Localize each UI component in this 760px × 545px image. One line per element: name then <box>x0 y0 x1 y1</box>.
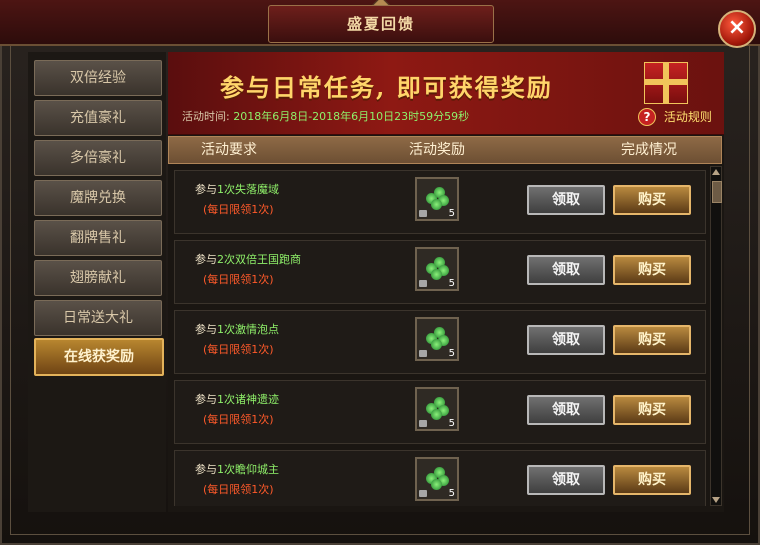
claim-button[interactable]: 领取 <box>527 465 605 495</box>
banner-title: 参与日常任务, 即可获得奖励 <box>220 73 553 102</box>
lock-icon <box>419 350 427 357</box>
task-requirement: 参与1次失落魔域 <box>195 181 279 197</box>
task-limit: (每日限领1次) <box>203 273 274 286</box>
reward-item[interactable]: 5 <box>415 317 459 361</box>
claim-button[interactable]: 领取 <box>527 325 605 355</box>
sidebar: 双倍经验 充值豪礼 多倍豪礼 魔牌兑换 翻牌售礼 翅膀献礼 日常送大礼 在线获奖… <box>28 52 166 512</box>
claim-button[interactable]: 领取 <box>527 395 605 425</box>
task-limit: (每日限领1次) <box>203 343 274 356</box>
reward-quantity: 5 <box>448 348 455 359</box>
clover-icon <box>426 467 449 490</box>
task-prefix: 参与 <box>195 253 217 266</box>
close-icon: × <box>727 15 747 40</box>
clover-icon <box>426 187 449 210</box>
reward-quantity: 5 <box>448 208 455 219</box>
task-prefix: 参与 <box>195 323 217 336</box>
buy-button[interactable]: 购买 <box>613 465 691 495</box>
scroll-up-icon[interactable] <box>712 169 720 175</box>
scroll-down-icon[interactable] <box>712 497 720 503</box>
task-name: 2次双倍王国跑商 <box>217 253 301 266</box>
event-banner: 参与日常任务, 即可获得奖励 活动时间: 2018年6月8日-2018年6月10… <box>168 52 724 135</box>
event-time-value: 2018年6月8日-2018年6月10日23时59分59秒 <box>233 110 470 123</box>
lock-icon <box>419 210 427 217</box>
task-requirement: 参与1次激情泡点 <box>195 321 279 337</box>
event-time-label: 活动时间: <box>182 110 230 123</box>
sidebar-item-daily-gift[interactable]: 日常送大礼 <box>34 300 162 336</box>
clover-icon <box>426 397 449 420</box>
reward-quantity: 5 <box>448 278 455 289</box>
task-name: 1次瞻仰城主 <box>217 463 279 476</box>
sidebar-item-flip-card[interactable]: 翻牌售礼 <box>34 220 162 256</box>
buy-button[interactable]: 购买 <box>613 325 691 355</box>
reward-quantity: 5 <box>448 418 455 429</box>
scrollbar[interactable] <box>710 166 722 506</box>
clover-icon <box>426 257 449 280</box>
reward-item[interactable]: 5 <box>415 177 459 221</box>
header-status: 完成情况 <box>621 142 677 158</box>
gift-box-icon <box>644 62 688 104</box>
claim-button[interactable]: 领取 <box>527 185 605 215</box>
header-requirement: 活动要求 <box>201 142 257 158</box>
table-header: 活动要求 活动奖励 完成情况 <box>168 136 722 164</box>
task-limit: (每日限领1次) <box>203 413 274 426</box>
lock-icon <box>419 490 427 497</box>
table-row: 参与1次诸神遗迹 (每日限领1次) 5 领取 购买 <box>174 380 706 444</box>
sidebar-item-card-exchange[interactable]: 魔牌兑换 <box>34 180 162 216</box>
task-requirement: 参与2次双倍王国跑商 <box>195 251 301 267</box>
buy-button[interactable]: 购买 <box>613 185 691 215</box>
question-icon: ? <box>638 108 656 126</box>
table-row: 参与1次瞻仰城主 (每日限领1次) 5 领取 购买 <box>174 450 706 506</box>
rules-link[interactable]: ? 活动规则 <box>638 108 712 126</box>
sidebar-item-recharge-gift[interactable]: 充值豪礼 <box>34 100 162 136</box>
lock-icon <box>419 420 427 427</box>
reward-item[interactable]: 5 <box>415 457 459 501</box>
event-time: 活动时间: 2018年6月8日-2018年6月10日23时59分59秒 <box>182 108 469 124</box>
table-row: 参与1次激情泡点 (每日限领1次) 5 领取 购买 <box>174 310 706 374</box>
task-requirement: 参与1次诸神遗迹 <box>195 391 279 407</box>
buy-button[interactable]: 购买 <box>613 395 691 425</box>
sidebar-item-wing-gift[interactable]: 翅膀献礼 <box>34 260 162 296</box>
task-prefix: 参与 <box>195 463 217 476</box>
clover-icon <box>426 327 449 350</box>
header-reward: 活动奖励 <box>409 142 465 158</box>
scroll-thumb[interactable] <box>712 181 722 203</box>
title-bar: 盛夏回馈 × <box>0 0 760 48</box>
close-button[interactable]: × <box>718 10 756 48</box>
task-limit: (每日限领1次) <box>203 483 274 496</box>
window-title: 盛夏回馈 <box>346 15 415 33</box>
table-row: 参与2次双倍王国跑商 (每日限领1次) 5 领取 购买 <box>174 240 706 304</box>
main-panel: 参与日常任务, 即可获得奖励 活动时间: 2018年6月8日-2018年6月10… <box>168 52 724 512</box>
sidebar-item-double-exp[interactable]: 双倍经验 <box>34 60 162 96</box>
rules-label: 活动规则 <box>663 110 712 124</box>
claim-button[interactable]: 领取 <box>527 255 605 285</box>
sidebar-item-online-reward[interactable]: 在线获奖励 <box>34 338 164 376</box>
lock-icon <box>419 280 427 287</box>
task-prefix: 参与 <box>195 393 217 406</box>
reward-quantity: 5 <box>448 488 455 499</box>
reward-item[interactable]: 5 <box>415 247 459 291</box>
task-name: 1次诸神遗迹 <box>217 393 279 406</box>
sidebar-item-multi-gift[interactable]: 多倍豪礼 <box>34 140 162 176</box>
table-row: 参与1次失落魔域 (每日限领1次) 5 领取 购买 <box>174 170 706 234</box>
task-limit: (每日限领1次) <box>203 203 274 216</box>
task-name: 1次激情泡点 <box>217 323 279 336</box>
task-requirement: 参与1次瞻仰城主 <box>195 461 279 477</box>
reward-item[interactable]: 5 <box>415 387 459 431</box>
task-list: 参与1次失落魔域 (每日限领1次) 5 领取 购买 参与2次双倍王国跑商 (每日… <box>168 166 708 506</box>
task-prefix: 参与 <box>195 183 217 196</box>
task-name: 1次失落魔域 <box>217 183 279 196</box>
buy-button[interactable]: 购买 <box>613 255 691 285</box>
title-plate: 盛夏回馈 <box>268 5 494 43</box>
